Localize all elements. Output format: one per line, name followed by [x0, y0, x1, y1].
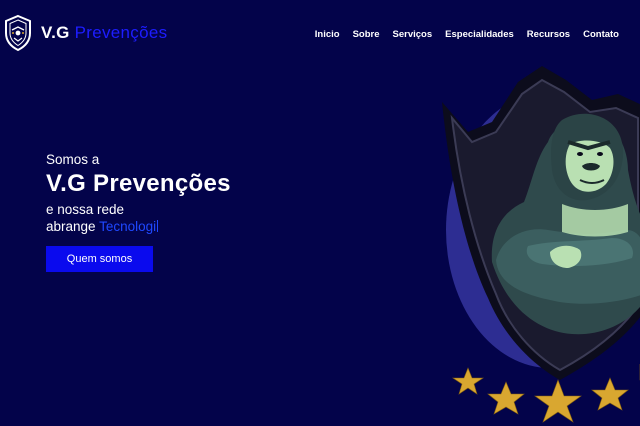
- site-header: V.G Prevenções Inicio Sobre Serviços Espe…: [0, 0, 640, 70]
- nav-item-inicio[interactable]: Inicio: [315, 29, 340, 40]
- gold-stars-icon: [452, 364, 640, 423]
- nav-item-sobre[interactable]: Sobre: [353, 29, 380, 40]
- gorilla-shield-illustration: [442, 66, 640, 380]
- hero-section: Somos a V.G Prevenções e nossa rede abra…: [46, 152, 406, 272]
- nav-item-especialidades[interactable]: Especialidades: [445, 29, 514, 40]
- shield-crest-icon: [5, 14, 31, 52]
- hero-title: V.G Prevenções: [46, 170, 231, 197]
- main-nav: Inicio Sobre Serviços Especialidades Rec…: [315, 29, 619, 40]
- hero-subtitle: e nossa rede abrange Tecnologi: [46, 201, 406, 235]
- nav-item-contato[interactable]: Contato: [583, 29, 619, 40]
- logo-link[interactable]: V.G Prevenções: [3, 14, 167, 52]
- brand-secondary: Prevenções: [74, 23, 168, 42]
- hero-line2: e nossa rede: [46, 202, 125, 217]
- brand-primary: V.G: [41, 23, 70, 42]
- brand-name: V.G Prevenções: [41, 23, 167, 43]
- page: V.G Prevenções Inicio Sobre Serviços Espe…: [0, 0, 640, 426]
- hero-intro: Somos a: [46, 152, 100, 167]
- about-us-button[interactable]: Quem somos: [46, 246, 153, 272]
- nav-item-recursos[interactable]: Recursos: [527, 29, 570, 40]
- typing-caret: [157, 220, 159, 232]
- nav-item-servicos[interactable]: Serviços: [393, 29, 433, 40]
- hero-line3-prefix: abrange: [46, 219, 96, 234]
- typed-text: Tecnologi: [99, 219, 157, 234]
